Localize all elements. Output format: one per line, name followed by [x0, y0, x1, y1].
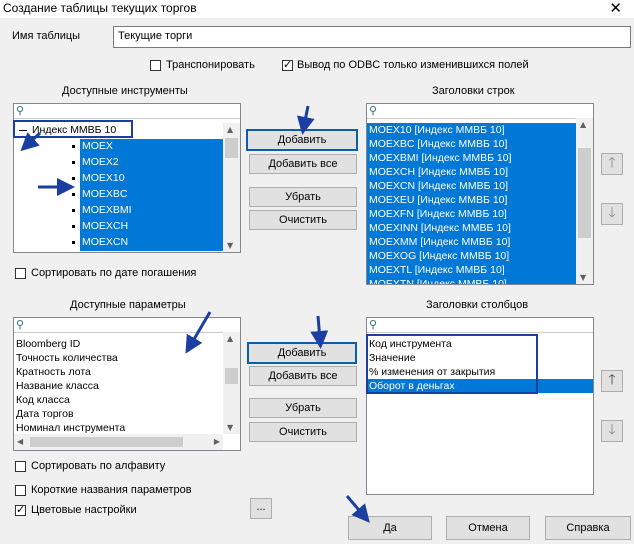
arrow-to-add-top: [296, 105, 315, 135]
annotation-arrows: [20, 105, 370, 523]
arrow-to-tree-root: [20, 131, 42, 152]
dialog-window: Создание таблицы текущих торгов ✕ Имя та…: [0, 0, 634, 544]
arrow-to-parameters: [185, 311, 212, 354]
arrow-to-ok: [345, 495, 370, 523]
arrow-to-add-bottom: [310, 315, 329, 349]
